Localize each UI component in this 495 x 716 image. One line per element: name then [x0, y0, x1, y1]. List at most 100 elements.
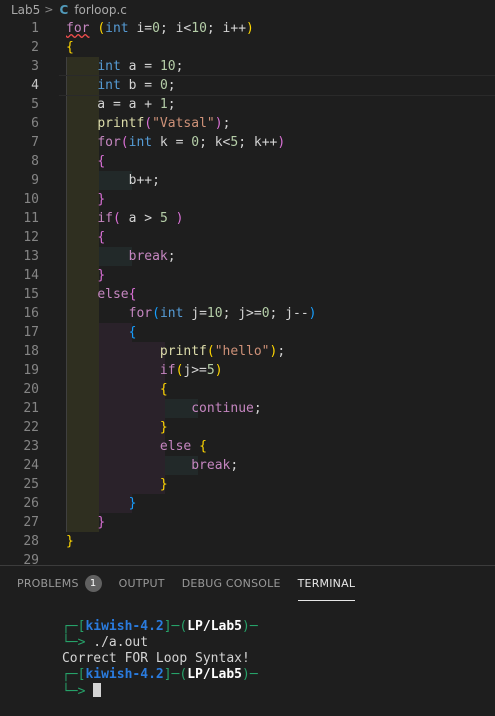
code-line[interactable]: 28}: [0, 532, 495, 551]
line-number: 6: [31, 116, 39, 131]
code-token: ): [214, 363, 223, 378]
code-token: (: [120, 135, 129, 150]
tab-output[interactable]: OUTPUT: [119, 566, 165, 601]
tab-terminal[interactable]: TERMINAL: [297, 566, 356, 601]
code-line[interactable]: 15 else{: [0, 285, 495, 304]
code-token: int: [159, 306, 184, 321]
code-line[interactable]: 8 {: [0, 152, 495, 171]
code-text: {: [66, 228, 105, 247]
code-line[interactable]: 2{: [0, 38, 495, 57]
code-line[interactable]: 6 printf("Vatsal");: [0, 114, 495, 133]
code-token: else: [159, 439, 192, 454]
code-text: }: [66, 494, 137, 513]
line-number: 25: [23, 477, 39, 492]
line-number: 28: [23, 534, 39, 549]
code-text: int b = 0;: [66, 76, 175, 95]
code-token: printf: [97, 116, 145, 131]
line-number: 24: [23, 458, 39, 473]
code-line[interactable]: 11 if( a > 5 ): [0, 209, 495, 228]
line-number: 20: [23, 382, 39, 397]
code-line[interactable]: 26 }: [0, 494, 495, 513]
code-token: }: [66, 534, 74, 549]
code-token: {: [97, 230, 106, 245]
line-number: 4: [31, 78, 39, 93]
code-token: for: [128, 306, 153, 321]
code-line[interactable]: 1 for (int i=0; i<10; i++): [0, 19, 495, 38]
code-token: (: [206, 344, 215, 359]
code-line[interactable]: 23 else {: [0, 437, 495, 456]
code-text: for(int k = 0; k<5; k++): [66, 133, 285, 152]
code-text: for(int j=10; j>=0; j--): [66, 304, 317, 323]
line-number: 16: [23, 306, 39, 321]
code-token: a >: [120, 211, 160, 226]
code-token: {: [128, 287, 137, 302]
line-number: 12: [23, 230, 39, 245]
code-line[interactable]: 21 continue;: [0, 399, 495, 418]
code-token: {: [159, 382, 168, 397]
code-token: ; k++: [238, 135, 278, 150]
code-text: b++;: [66, 171, 160, 190]
code-text: printf("Vatsal");: [66, 114, 230, 133]
code-token: {: [97, 154, 106, 169]
tab-label: OUTPUT: [118, 577, 165, 590]
code-editor[interactable]: 1 for (int i=0; i<10; i++) 2{3 int a = 10;…: [0, 19, 495, 565]
problems-count-badge: 1: [84, 575, 102, 592]
code-line[interactable]: 27 }: [0, 513, 495, 532]
terminal-command-line: └─> ./a.out: [15, 619, 148, 650]
code-line[interactable]: 17 {: [0, 323, 495, 342]
prompt-path: LP/Lab5: [187, 667, 243, 682]
line-number: 22: [23, 420, 39, 435]
prompt-arrow: └─>: [61, 684, 94, 699]
code-text: break;: [66, 456, 238, 475]
line-number: 2: [31, 40, 39, 55]
code-token: ;: [222, 116, 231, 131]
code-token: b =: [120, 78, 160, 93]
terminal-prompt: ┌─[kiwish-4.2]─(LP/Lab5)─: [15, 651, 258, 682]
terminal-output: Correct FOR Loop Syntax!: [15, 635, 250, 666]
code-line[interactable]: 14 }: [0, 266, 495, 285]
tab-problems[interactable]: PROBLEMS 1: [17, 566, 102, 601]
code-line[interactable]: 3 int a = 10;: [0, 57, 495, 76]
code-line[interactable]: 29: [0, 551, 495, 565]
code-line[interactable]: 19 if(j>=5): [0, 361, 495, 380]
prompt-frame: )─: [242, 619, 258, 634]
code-token: ): [175, 211, 184, 226]
code-line[interactable]: 5 a = a + 1;: [0, 95, 495, 114]
tab-debug-console[interactable]: DEBUG CONSOLE: [182, 566, 281, 601]
code-token: 1: [159, 97, 168, 112]
code-token: }: [97, 515, 106, 530]
code-text: }: [66, 475, 168, 494]
code-line[interactable]: 20 {: [0, 380, 495, 399]
code-token: ;: [175, 59, 184, 74]
code-token: continue: [191, 401, 254, 416]
code-line[interactable]: 18 printf("hello");: [0, 342, 495, 361]
line-number: 21: [23, 401, 39, 416]
code-line[interactable]: 4 int b = 0;: [0, 75, 495, 96]
code-line[interactable]: 12 {: [0, 228, 495, 247]
code-line[interactable]: 25 }: [0, 475, 495, 494]
code-line[interactable]: 7 for(int k = 0; k<5; k++): [0, 133, 495, 152]
breadcrumb-folder[interactable]: Lab5: [11, 3, 40, 17]
bottom-panel: PROBLEMS 1 OUTPUT DEBUG CONSOLE TERMINAL ┌─[…: [0, 565, 495, 699]
code-line[interactable]: 16 for(int j=10; j>=0; j--): [0, 304, 495, 323]
code-line[interactable]: 9 b++;: [0, 171, 495, 190]
code-token: j>=: [183, 363, 207, 378]
code-line[interactable]: 10 }: [0, 190, 495, 209]
code-token: for: [66, 21, 90, 36]
code-text: {: [66, 380, 168, 399]
line-number: 27: [23, 515, 39, 530]
terminal-prompt: ┌─[kiwish-4.2]─(LP/Lab5)─: [15, 603, 258, 634]
code-line[interactable]: 24 break;: [0, 456, 495, 475]
code-line[interactable]: 13 break;: [0, 247, 495, 266]
breadcrumb-file[interactable]: forloop.c: [74, 3, 127, 17]
code-line[interactable]: 22 }: [0, 418, 495, 437]
code-text: if( a > 5 ): [66, 209, 183, 228]
terminal-input-line[interactable]: └─>: [15, 667, 102, 699]
